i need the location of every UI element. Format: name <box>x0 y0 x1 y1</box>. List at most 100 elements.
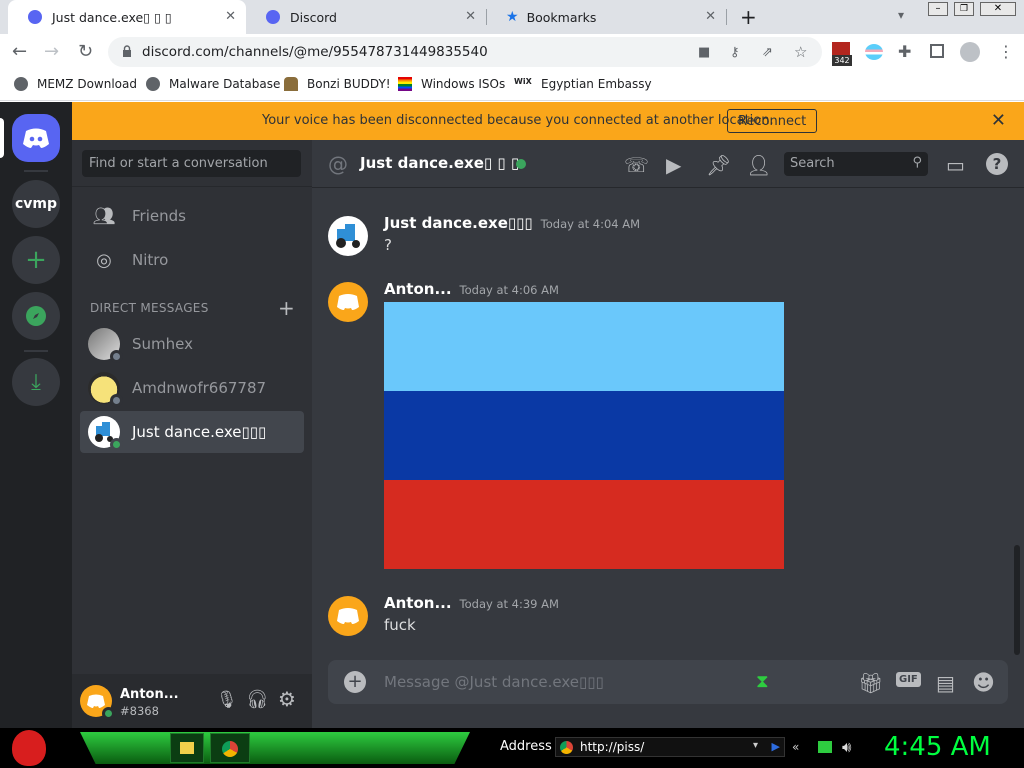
message-input[interactable]: Message @Just dance.exe▯▯▯ <box>384 673 604 691</box>
dm-name: Amdnwofr667787 <box>132 379 267 397</box>
bookmark-egyptian-embassy[interactable]: WiX Egyptian Embassy <box>514 77 652 91</box>
search-input[interactable]: Search ⚲ <box>784 152 928 176</box>
tab-bookmarks[interactable]: ★ Bookmarks ✕ <box>486 0 726 34</box>
bookmark-malware-db[interactable]: Malware Database <box>146 77 280 91</box>
message-author[interactable]: Anton... Today at 4:39 AM <box>384 594 559 612</box>
file-explorer-taskbar-button[interactable] <box>170 733 204 763</box>
pinned-messages-icon[interactable]: 📌︎ <box>706 153 731 177</box>
share-icon[interactable]: ⇗ <box>762 45 773 60</box>
dropdown-arrow-icon[interactable]: ▾ <box>753 740 758 751</box>
tab-discord[interactable]: Discord ✕ <box>246 0 486 34</box>
microphone-icon[interactable]: 🎙︎ <box>216 690 238 710</box>
close-window-button[interactable]: ✕ <box>980 2 1016 16</box>
attach-plus-icon[interactable]: + <box>344 671 366 693</box>
create-dm-icon[interactable]: + <box>278 296 295 320</box>
start-button-angry-bird-icon[interactable] <box>12 730 46 766</box>
find-conversation-input[interactable]: Find or start a conversation <box>82 150 301 177</box>
nav-friends[interactable]: 👥︎ Friends <box>80 195 304 237</box>
volume-icon[interactable]: 🔊︎ <box>842 738 851 756</box>
discord-home-icon[interactable] <box>12 114 60 162</box>
gift-icon[interactable]: 🎁︎ <box>858 671 883 695</box>
author-avatar[interactable] <box>328 282 368 322</box>
rainbow-flag-icon <box>398 77 412 91</box>
dm-amdnwofr667787[interactable]: Amdnwofr667787 <box>80 367 304 409</box>
tab-strip: Just dance.exe▯ ▯ ▯ ✕ Discord ✕ ★ Bookma… <box>0 0 1024 34</box>
author-avatar[interactable] <box>328 596 368 636</box>
tab-separator <box>726 9 727 25</box>
user-avatar[interactable] <box>80 685 115 720</box>
key-icon[interactable]: ⚷ <box>730 45 740 60</box>
new-tab-button[interactable]: + <box>740 5 757 29</box>
extension-icon[interactable] <box>832 42 850 56</box>
nav-nitro[interactable]: ◎ Nitro <box>80 239 304 281</box>
help-icon[interactable]: ? <box>986 153 1008 175</box>
close-tab-icon[interactable]: ✕ <box>465 9 476 24</box>
tab-title: Just dance.exe▯ ▯ ▯ <box>52 9 172 25</box>
go-arrow-icon[interactable]: ▶ <box>772 740 780 753</box>
bookmarks-bar: MEMZ Download Malware Database Bonzi BUD… <box>0 70 1024 101</box>
bookmark-windows-isos[interactable]: Windows ISOs <box>398 77 505 91</box>
chat-header: @ Just dance.exe▯ ▯ ▯ ☏ ▶ 📌︎ 👤︎ Search ⚲… <box>312 140 1024 188</box>
add-friends-to-dm-icon[interactable]: 👤︎ <box>746 153 771 177</box>
message-author[interactable]: Just dance.exe▯▯▯ Today at 4:04 AM <box>384 214 640 232</box>
close-tab-icon[interactable]: ✕ <box>705 9 716 24</box>
avatar <box>88 328 123 363</box>
back-arrow-icon[interactable]: ← <box>12 42 27 62</box>
tab-just-dance[interactable]: Just dance.exe▯ ▯ ▯ ✕ <box>8 0 246 34</box>
message-composer[interactable]: + Message @Just dance.exe▯▯▯ ⧗ 🎁︎ GIF ▤ … <box>328 660 1008 704</box>
headphones-icon[interactable]: 🎧︎ <box>246 689 269 710</box>
minimize-button[interactable]: – <box>928 2 948 16</box>
message-author[interactable]: Anton... Today at 4:06 AM <box>384 280 559 298</box>
forward-arrow-icon[interactable]: → <box>44 42 59 62</box>
flag-stripe-middle <box>384 391 784 480</box>
profile-avatar-icon[interactable] <box>960 42 980 62</box>
close-icon[interactable]: ✕ <box>991 110 1006 131</box>
message-timestamp: Today at 4:06 AM <box>459 283 559 297</box>
restore-button[interactable]: ❐ <box>954 2 974 16</box>
bookmark-bonzi[interactable]: Bonzi BUDDY! <box>284 77 391 91</box>
sticker-icon[interactable]: ▤ <box>936 671 955 695</box>
network-icon[interactable] <box>818 741 832 753</box>
voice-call-icon[interactable]: ☏ <box>624 153 649 177</box>
username: Anton... <box>120 687 179 702</box>
image-attachment-flag[interactable] <box>384 302 784 569</box>
reload-icon[interactable]: ↻ <box>78 42 93 62</box>
user-panel: Anton... #8368 🎙︎ 🎧︎ ⚙ <box>72 674 312 728</box>
address-toolbar-input[interactable]: http://piss/ ▾ ▶ <box>555 737 785 757</box>
close-tab-icon[interactable]: ✕ <box>225 9 236 24</box>
chrome-taskbar-button[interactable] <box>210 733 250 763</box>
chat-scrollbar[interactable] <box>1014 545 1020 655</box>
explore-compass-icon[interactable] <box>12 292 60 340</box>
clock[interactable]: 4:45 AM <box>884 732 991 762</box>
server-cvmp[interactable]: cvmp <box>12 180 60 228</box>
download-apps-icon[interactable]: ⤓ <box>12 358 60 406</box>
emoji-icon[interactable]: ☻ <box>972 671 995 696</box>
bookmark-star-icon[interactable]: ☆ <box>794 43 807 61</box>
author-avatar[interactable] <box>328 216 368 256</box>
puzzle-extensions-icon[interactable]: ✚ <box>898 42 911 61</box>
friends-icon: 👥︎ <box>92 205 116 227</box>
side-panel-icon[interactable] <box>930 44 944 58</box>
dm-just-dance[interactable]: Just dance.exe▯▯▯ <box>80 411 304 453</box>
tray-chevron-icon[interactable]: « <box>792 740 799 754</box>
kebab-menu-icon[interactable]: ⋮ <box>998 42 1014 61</box>
address-bar[interactable]: discord.com/channels/@me/955478731449835… <box>108 37 822 67</box>
tab-search-chevron-icon[interactable]: ▾ <box>898 8 904 22</box>
gif-button[interactable]: GIF <box>896 672 921 687</box>
add-server-icon[interactable]: + <box>12 236 60 284</box>
star-favicon-icon: ★ <box>506 9 519 25</box>
camera-icon[interactable]: ■ <box>698 45 710 60</box>
tab-title: Bookmarks <box>526 9 597 25</box>
status-dot <box>110 394 123 407</box>
flag-extension-icon[interactable] <box>865 44 883 60</box>
video-call-icon[interactable]: ▶ <box>666 153 681 177</box>
inbox-icon[interactable]: ▭ <box>946 153 965 177</box>
settings-gear-icon[interactable]: ⚙ <box>278 687 296 711</box>
search-icon: ⚲ <box>912 155 922 170</box>
bookmark-memz[interactable]: MEMZ Download <box>14 77 137 91</box>
tab-title: Discord <box>290 9 337 25</box>
divider <box>72 186 312 187</box>
reconnect-button[interactable]: Reconnect <box>727 109 818 133</box>
dm-sumhex[interactable]: Sumhex <box>80 323 304 365</box>
hourglass-icon: ⧗ <box>756 671 769 692</box>
